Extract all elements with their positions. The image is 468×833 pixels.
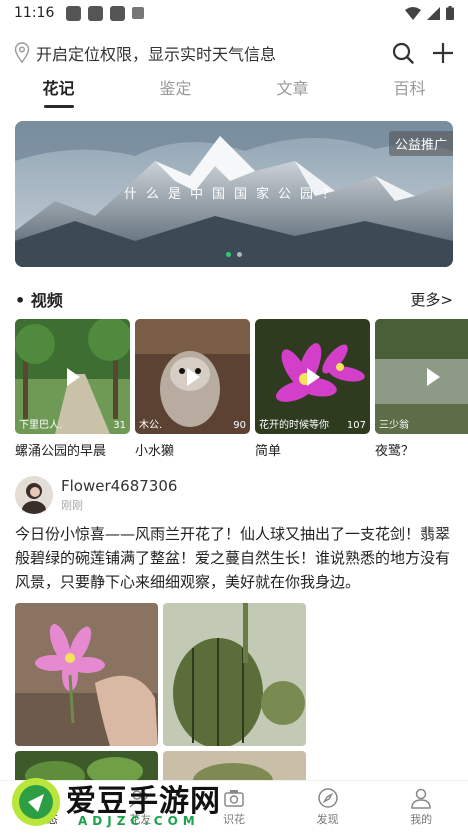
video-thumbnail[interactable]: 木公. 90	[135, 319, 250, 434]
tab-wenzhang[interactable]: 文章	[234, 74, 351, 110]
notification-icon	[110, 5, 126, 21]
post-username[interactable]: Flower4687306	[61, 477, 177, 495]
nav-label: 我的	[410, 813, 433, 826]
post-time: 刚刚	[61, 499, 83, 512]
notification-icon	[88, 5, 104, 21]
user-icon	[411, 788, 431, 809]
battery-icon	[446, 6, 454, 20]
video-author: 三少翁	[379, 420, 409, 431]
video-list: 下里巴人. 31 螺涌公园的早晨 木公. 90 小水獭 花开的时候等你 107 …	[15, 319, 468, 459]
post-author[interactable]: Flower4687306 刚刚	[15, 475, 453, 515]
promo-badge: 公益推广	[388, 131, 453, 156]
nav-discover[interactable]: 发现	[281, 781, 375, 833]
video-title: 夜鹭？	[375, 444, 415, 459]
video-title: 简单	[255, 444, 282, 459]
video-card[interactable]: 下里巴人. 31 螺涌公园的早晨	[15, 319, 130, 459]
watermark: 爱豆手游网 ADJZC.COM	[8, 770, 268, 833]
video-card[interactable]: 花开的时候等你 107 简单	[255, 319, 370, 459]
notification-icon	[66, 5, 82, 21]
location-pin-icon	[14, 42, 30, 64]
video-thumbnail[interactable]: 花开的时候等你 107	[255, 319, 370, 434]
play-icon	[426, 367, 440, 386]
video-view-count: 90	[233, 420, 246, 431]
tab-baike[interactable]: 百科	[351, 74, 468, 110]
avatar-image	[15, 476, 53, 514]
post-photos	[15, 603, 315, 791]
video-author: 木公.	[139, 420, 163, 431]
cactus-photo	[163, 603, 306, 746]
status-time: 11:16	[14, 5, 55, 21]
video-section-header: 视频 更多>	[15, 287, 453, 311]
carousel-dot	[237, 252, 242, 257]
banner-caption: 什么是中国国家公园？	[123, 187, 344, 202]
promo-banner[interactable]: 公益推广 什么是中国国家公园？	[15, 121, 453, 267]
video-title: 小水獭	[135, 444, 175, 459]
video-view-count: 31	[113, 420, 126, 431]
play-icon	[186, 367, 200, 386]
tab-jianding[interactable]: 鉴定	[117, 74, 234, 110]
video-title: 螺涌公园的早晨	[15, 444, 107, 459]
nav-label: 发现	[316, 813, 339, 826]
carousel-dot	[226, 252, 231, 257]
wifi-icon	[405, 6, 421, 20]
more-link[interactable]: 更多>	[410, 289, 453, 310]
video-card[interactable]: 木公. 90 小水獭	[135, 319, 250, 459]
location-bar: 开启定位权限，显示实时天气信息	[0, 36, 468, 70]
search-icon[interactable]	[392, 42, 414, 64]
location-permission-link[interactable]: 开启定位权限，显示实时天气信息	[36, 41, 276, 65]
signal-icon	[427, 6, 440, 20]
top-tabs: 花记 鉴定 文章 百科	[0, 74, 468, 110]
watermark-url: ADJZC.COM	[78, 814, 200, 828]
play-icon	[306, 367, 320, 386]
post-text[interactable]: 今日份小惊喜——风雨兰开花了！仙人球又抽出了一支花剑！翡翠般碧绿的碗莲铺满了整盆…	[15, 522, 455, 594]
video-author: 下里巴人.	[19, 420, 63, 431]
tab-huaji[interactable]: 花记	[0, 74, 117, 110]
compass-icon	[317, 788, 338, 808]
video-view-count: 107	[346, 420, 366, 431]
add-icon[interactable]	[432, 42, 454, 64]
video-author: 花开的时候等你	[259, 420, 329, 431]
play-icon	[66, 367, 80, 386]
pink-flower-photo	[15, 603, 158, 746]
nav-me[interactable]: 我的	[374, 781, 468, 833]
video-thumbnail[interactable]: 三少翁	[375, 319, 468, 434]
video-thumbnail[interactable]: 下里巴人. 31	[15, 319, 130, 434]
avatar[interactable]	[15, 476, 53, 514]
watermark-logo	[12, 778, 60, 826]
notification-icon	[132, 7, 145, 19]
post-photo[interactable]	[15, 603, 158, 746]
carousel-dots	[15, 252, 453, 257]
video-card[interactable]: 三少翁 夜鹭？	[375, 319, 468, 459]
status-bar: 11:16	[0, 0, 468, 26]
post-photo[interactable]	[163, 603, 306, 746]
video-section-title: 视频	[15, 287, 63, 311]
